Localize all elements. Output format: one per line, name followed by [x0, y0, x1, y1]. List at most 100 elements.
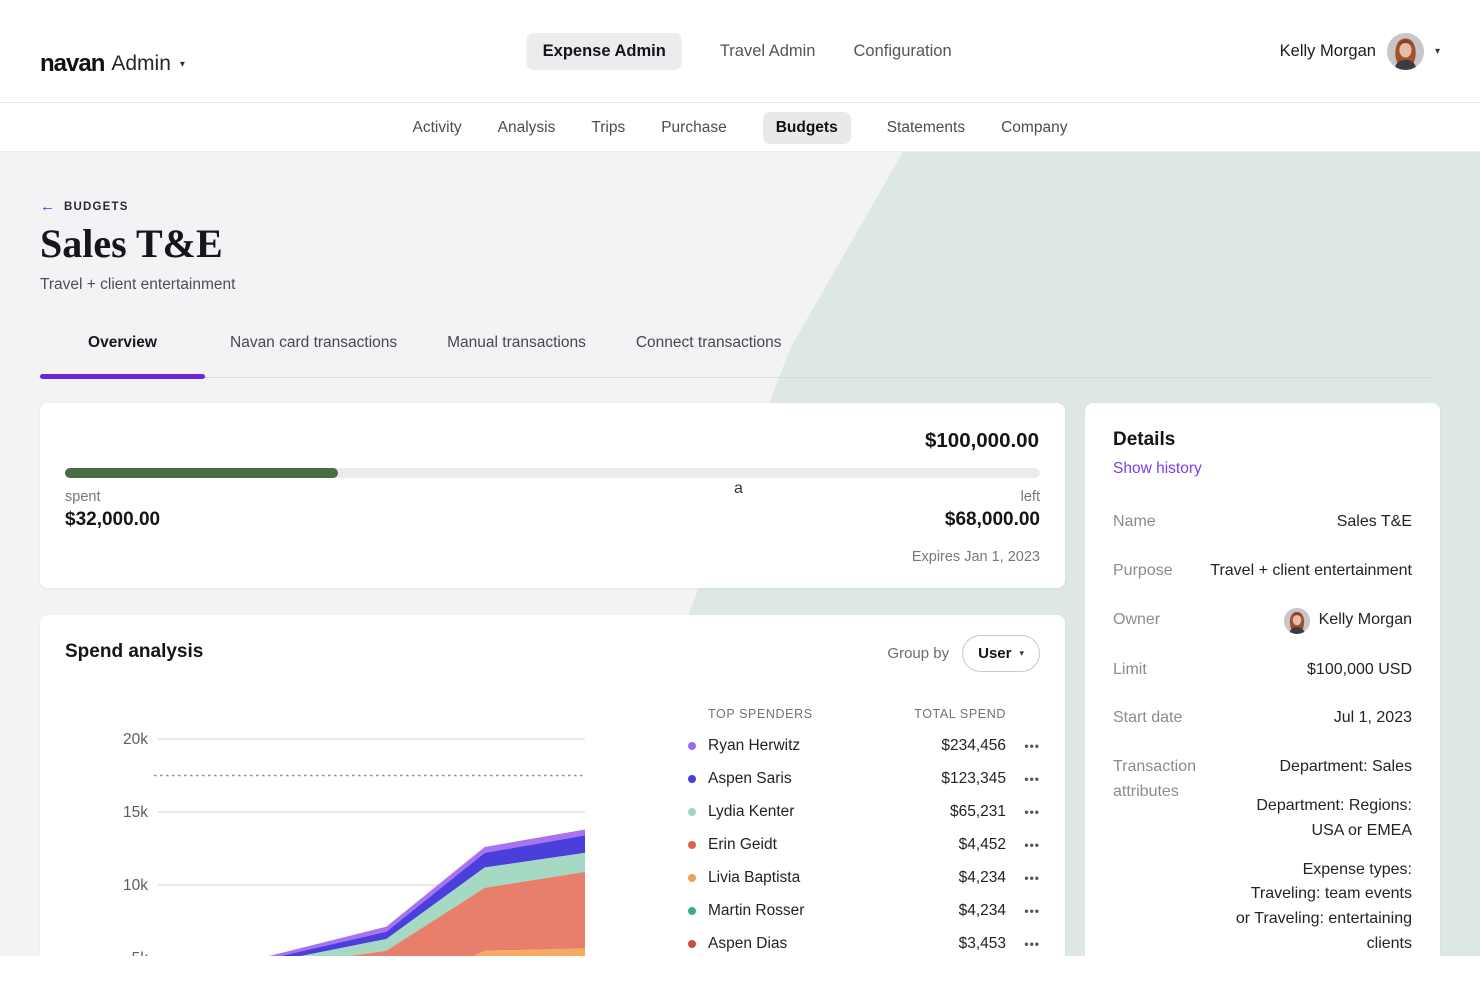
detail-row-start-date: Start date Jul 1, 2023	[1113, 706, 1412, 731]
spender-color-dot	[688, 808, 696, 816]
detail-value: Department: Sales	[1235, 755, 1412, 780]
group-by-label: Group by	[887, 645, 949, 662]
more-options-icon[interactable]: •••	[1006, 772, 1040, 786]
page-title: Sales T&E	[40, 220, 223, 267]
detail-row-transaction-attributes: Transaction attributesDepartment: SalesD…	[1113, 755, 1412, 987]
tab-connect-transactions[interactable]: Connect transactions	[636, 334, 782, 352]
svg-text:10k: 10k	[123, 877, 148, 894]
user-name: Kelly Morgan	[1280, 42, 1376, 61]
spender-color-dot	[688, 940, 696, 948]
top-spender-row: Lydia Kenter$65,231•••	[688, 795, 1040, 828]
budget-progress-bar	[65, 468, 1040, 478]
spend-chart: 20k15k10k5k	[82, 705, 602, 961]
top-spenders-header: TOP SPENDERS TOTAL SPEND	[688, 699, 1040, 729]
spender-amount: $123,345	[886, 770, 1006, 788]
breadcrumb-budgets[interactable]: ← BUDGETS	[40, 198, 129, 215]
spender-color-dot	[688, 841, 696, 849]
detail-row-limit: Limit $100,000 USD	[1113, 658, 1412, 683]
detail-value: Jul 1, 2023	[1334, 706, 1412, 731]
spender-amount: $65,231	[886, 803, 1006, 821]
spender-amount: $4,234	[886, 902, 1006, 920]
top-spenders-rows: Ryan Herwitz$234,456•••Aspen Saris$123,3…	[688, 729, 1040, 960]
chevron-down-icon: ▾	[1435, 46, 1440, 57]
top-spender-row: Ryan Herwitz$234,456•••	[688, 729, 1040, 762]
subnav-trips[interactable]: Trips	[591, 119, 625, 137]
detail-label: Start date	[1113, 706, 1182, 731]
tab-navan-card-transactions[interactable]: Navan card transactions	[230, 334, 397, 352]
more-options-icon[interactable]: •••	[1006, 838, 1040, 852]
primary-nav-configuration[interactable]: Configuration	[854, 42, 952, 61]
detail-value: Sales T&E	[1337, 510, 1412, 535]
svg-text:20k: 20k	[123, 731, 148, 748]
stray-character: a	[734, 480, 743, 498]
left-label: left	[1021, 489, 1040, 505]
subnav-budgets[interactable]: Budgets	[763, 112, 851, 144]
top-spender-row: Aspen Saris$123,345•••	[688, 762, 1040, 795]
detail-label: Limit	[1113, 658, 1147, 683]
subnav-purchase[interactable]: Purchase	[661, 119, 726, 137]
detail-row-purpose: PurposeTravel + client entertainment	[1113, 559, 1412, 584]
subnav-analysis[interactable]: Analysis	[498, 119, 556, 137]
top-spender-row: Erin Geidt$4,452•••	[688, 828, 1040, 861]
spender-color-dot	[688, 874, 696, 882]
top-bar: navan Admin ▾ Expense Admin Travel Admin C…	[0, 0, 1480, 103]
chevron-down-icon: ▾	[180, 59, 185, 70]
detail-value: Kelly Morgan	[1319, 608, 1412, 633]
detail-value: Expense types: Traveling: team events or…	[1235, 858, 1412, 957]
left-value: $68,000.00	[945, 509, 1040, 531]
top-spender-row: Martin Rosser$4,234•••	[688, 894, 1040, 927]
owner-avatar	[1284, 608, 1310, 634]
detail-row-owner: Owner Kelly Morgan	[1113, 608, 1412, 634]
details-card: Details Show history NameSales T&EPurpos…	[1085, 403, 1440, 963]
more-options-icon[interactable]: •••	[1006, 739, 1040, 753]
expires-text: Expires Jan 1, 2023	[912, 549, 1040, 565]
detail-label: Purpose	[1113, 559, 1173, 584]
spender-color-dot	[688, 907, 696, 915]
spender-name: Martin Rosser	[708, 902, 886, 920]
subnav-statements[interactable]: Statements	[887, 119, 965, 137]
bottom-white-strip	[0, 956, 1480, 987]
content-area: ← BUDGETS Sales T&E Travel + client ente…	[0, 152, 1480, 987]
spender-color-dot	[688, 775, 696, 783]
spender-amount: $4,234	[886, 869, 1006, 887]
show-history-link[interactable]: Show history	[1113, 460, 1202, 478]
detail-label: Owner	[1113, 608, 1160, 633]
tabs-divider	[40, 377, 1435, 378]
primary-nav: Expense Admin Travel Admin Configuration	[527, 0, 952, 103]
more-options-icon[interactable]: •••	[1006, 805, 1040, 819]
user-menu[interactable]: Kelly Morgan ▾	[1280, 0, 1440, 103]
budget-progress-fill	[65, 468, 338, 478]
avatar	[1387, 33, 1424, 70]
budget-summary-card: $100,000.00 spent $32,000.00 left $68,00…	[40, 403, 1065, 588]
details-rows: NameSales T&EPurposeTravel + client ente…	[1113, 510, 1412, 987]
primary-nav-expense-admin[interactable]: Expense Admin	[527, 33, 682, 70]
spender-amount: $234,456	[886, 737, 1006, 755]
spender-amount: $3,453	[886, 935, 1006, 953]
svg-text:15k: 15k	[123, 804, 148, 821]
detail-value: $100,000 USD	[1307, 658, 1412, 683]
group-by-dropdown[interactable]: User ▾	[962, 635, 1040, 672]
subnav-activity[interactable]: Activity	[413, 119, 462, 137]
primary-nav-travel-admin[interactable]: Travel Admin	[720, 42, 816, 61]
tab-manual-transactions[interactable]: Manual transactions	[447, 334, 586, 352]
spent-label: spent	[65, 489, 100, 505]
navan-logo[interactable]: navan Admin ▾	[40, 50, 185, 78]
tab-overview[interactable]: Overview	[40, 334, 205, 352]
column-total-spend: TOTAL SPEND	[886, 707, 1006, 721]
more-options-icon[interactable]: •••	[1006, 904, 1040, 918]
spender-name: Livia Baptista	[708, 869, 886, 887]
detail-label: Transaction attributes	[1113, 755, 1223, 805]
spender-name: Lydia Kenter	[708, 803, 886, 821]
spender-amount: $4,452	[886, 836, 1006, 854]
spender-name: Erin Geidt	[708, 836, 886, 854]
spend-analysis-card: Spend analysis Group by User ▾ 20k15k10k…	[40, 615, 1065, 961]
spender-name: Ryan Herwitz	[708, 737, 886, 755]
subnav-company[interactable]: Company	[1001, 119, 1067, 137]
budget-tabs: Overview Navan card transactions Manual tr…	[40, 334, 781, 352]
top-spender-row: Livia Baptista$4,234•••	[688, 861, 1040, 894]
detail-attribute-values: Department: SalesDepartment: Regions: US…	[1235, 755, 1412, 987]
more-options-icon[interactable]: •••	[1006, 871, 1040, 885]
group-by-value: User	[978, 645, 1011, 662]
back-arrow-icon: ←	[40, 198, 55, 215]
more-options-icon[interactable]: •••	[1006, 937, 1040, 951]
